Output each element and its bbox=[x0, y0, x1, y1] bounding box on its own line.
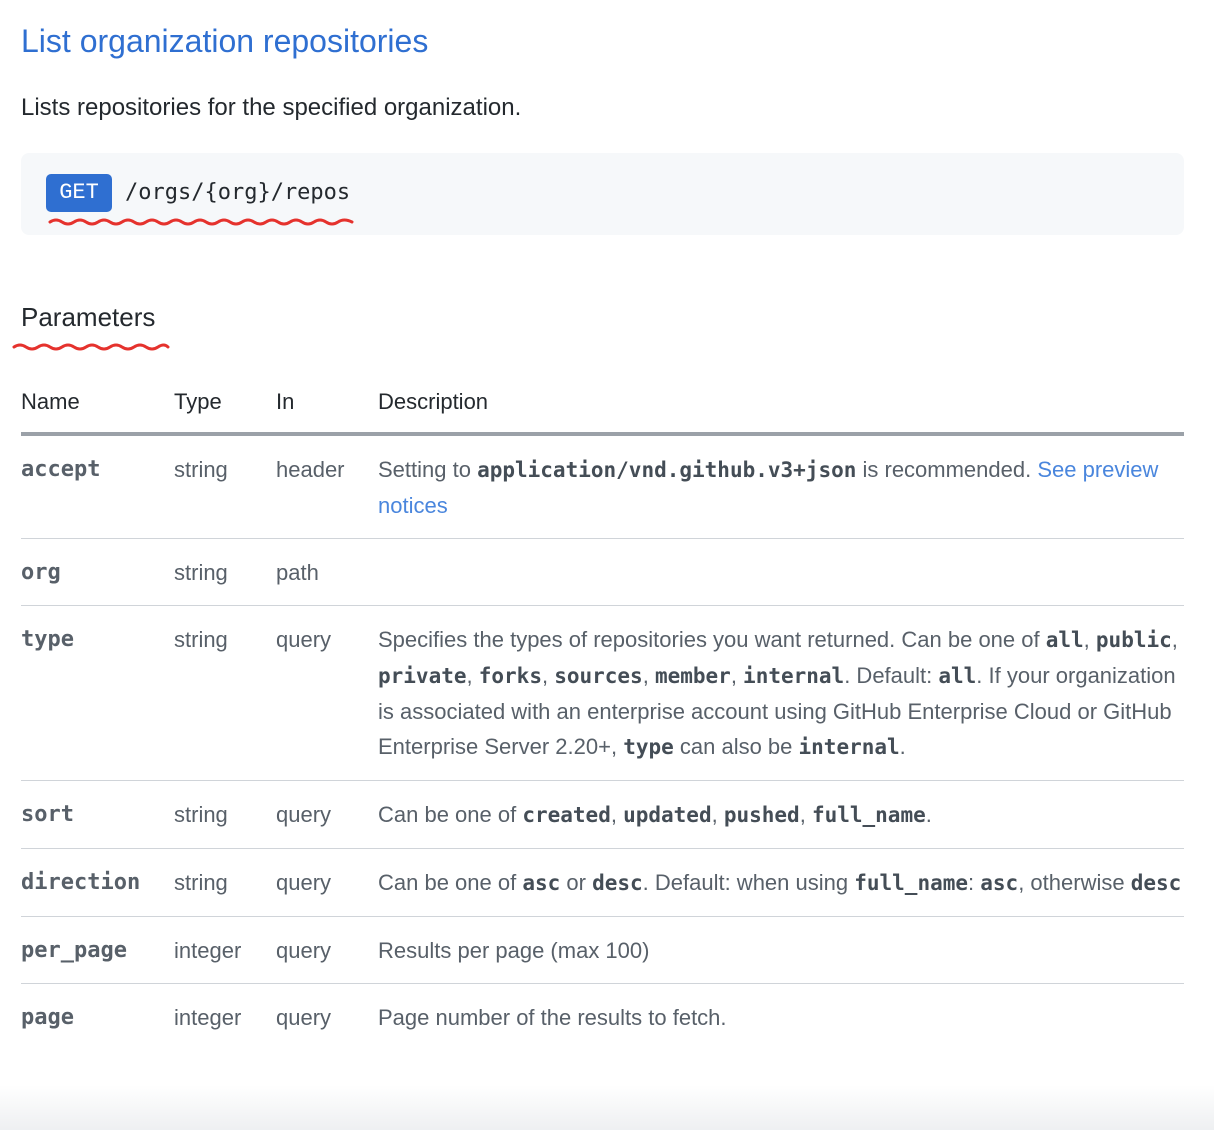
parameter-row: accept string header Setting to application… bbox=[21, 434, 1184, 539]
description-text: , bbox=[541, 663, 555, 688]
parameter-row: per_page integer query Results per page (ma… bbox=[21, 916, 1184, 984]
description-text: , bbox=[610, 802, 624, 827]
column-header-type: Type bbox=[174, 372, 276, 436]
endpoint-path: /orgs/{org}/repos bbox=[125, 180, 351, 205]
parameters-table-body: accept string header Setting to application… bbox=[21, 434, 1184, 1050]
page-summary: Lists repositories for the specified org… bbox=[21, 94, 522, 121]
parameters-heading: Parameters bbox=[21, 302, 156, 332]
description-text: , bbox=[642, 663, 655, 688]
parameter-type: integer bbox=[174, 916, 276, 984]
parameter-name: sort bbox=[21, 780, 174, 849]
description-text: Can be one of bbox=[378, 802, 523, 827]
description-text: , bbox=[1083, 627, 1096, 652]
description-text: . bbox=[925, 802, 932, 827]
parameter-name: accept bbox=[21, 434, 174, 539]
parameter-location: header bbox=[276, 434, 378, 539]
parameter-location: query bbox=[276, 780, 378, 849]
parameter-description: Specifies the types of repositories you … bbox=[378, 605, 1184, 781]
parameter-row: org string path bbox=[21, 538, 1184, 606]
parameter-row: sort string query Can be one of created, up… bbox=[21, 780, 1184, 849]
column-header-description: Description bbox=[378, 372, 1184, 436]
inline-code: forks bbox=[478, 664, 542, 688]
parameter-type: string bbox=[174, 605, 276, 781]
parameter-row: direction string query Can be one of asc or… bbox=[21, 848, 1184, 917]
parameter-location: query bbox=[276, 605, 378, 781]
inline-code: all bbox=[938, 664, 977, 688]
inline-code: full_name bbox=[854, 871, 969, 895]
parameter-description: Can be one of created, updated, pushed, … bbox=[378, 780, 1184, 849]
description-text: , bbox=[711, 802, 724, 827]
description-text: . Default: bbox=[844, 663, 939, 688]
http-method-badge: GET bbox=[46, 174, 112, 212]
parameter-description: Can be one of asc or desc. Default: when… bbox=[378, 848, 1184, 917]
parameter-name: page bbox=[21, 1005, 74, 1030]
inline-code: desc bbox=[592, 871, 643, 895]
parameter-description: Page number of the results to fetch. bbox=[378, 984, 1184, 1051]
parameter-description: Results per page (max 100) bbox=[378, 916, 1184, 984]
parameter-description bbox=[378, 538, 1184, 606]
parameter-name: direction bbox=[21, 848, 174, 917]
parameter-description: Setting to application/vnd.github.v3+jso… bbox=[378, 434, 1184, 539]
inline-code: type bbox=[623, 735, 674, 759]
description-text: . Default: when using bbox=[642, 870, 855, 895]
inline-code: full_name bbox=[811, 803, 926, 827]
parameter-type: string bbox=[174, 538, 276, 606]
parameter-name: org bbox=[21, 538, 174, 606]
parameter-row: type string query Specifies the types of re… bbox=[21, 605, 1184, 781]
inline-code: private bbox=[378, 664, 467, 688]
inline-code: created bbox=[522, 803, 611, 827]
parameters-annotation-underline bbox=[12, 343, 170, 351]
inline-code: internal bbox=[743, 664, 845, 688]
description-text: . bbox=[899, 734, 906, 759]
parameter-location: query bbox=[276, 848, 378, 917]
inline-code: member bbox=[654, 664, 731, 688]
inline-code: internal bbox=[798, 735, 900, 759]
description-text: , bbox=[730, 663, 744, 688]
inline-code: public bbox=[1095, 628, 1172, 652]
description-text: Can be one of bbox=[378, 870, 523, 895]
bottom-scroll-fade bbox=[0, 1085, 1214, 1130]
column-header-name: Name bbox=[21, 372, 174, 436]
description-text: Specifies the types of repositories you … bbox=[378, 627, 1046, 652]
parameter-name: per_page bbox=[21, 916, 174, 984]
parameter-type: integer bbox=[174, 1005, 242, 1030]
parameter-type: string bbox=[174, 848, 276, 917]
inline-code: asc bbox=[522, 871, 561, 895]
description-text: , otherwise bbox=[1018, 870, 1131, 895]
description-text: : bbox=[968, 870, 981, 895]
inline-code: all bbox=[1045, 628, 1084, 652]
description-text: Setting to bbox=[378, 457, 478, 482]
description-text: , bbox=[1171, 627, 1178, 652]
parameter-type: string bbox=[174, 434, 276, 539]
parameters-table: Name Type In Description accept string hea… bbox=[21, 372, 1184, 1050]
inline-code: updated bbox=[623, 803, 712, 827]
description-text: Page number of the results to fetch. bbox=[378, 1005, 727, 1030]
inline-code: sources bbox=[554, 664, 643, 688]
inline-code: asc bbox=[980, 871, 1019, 895]
parameter-location: query bbox=[276, 916, 378, 984]
description-text: Results per page (max 100) bbox=[378, 938, 650, 963]
description-text: can also be bbox=[673, 734, 799, 759]
description-text: or bbox=[560, 870, 593, 895]
parameter-location: query bbox=[276, 1005, 332, 1030]
parameter-location: path bbox=[276, 538, 378, 606]
parameter-type: string bbox=[174, 780, 276, 849]
parameter-row: page integer query Page number of the resul… bbox=[21, 984, 1184, 1051]
endpoint-annotation-underline bbox=[48, 218, 354, 226]
parameter-name: type bbox=[21, 605, 174, 781]
description-text: , bbox=[799, 802, 812, 827]
inline-code: application/vnd.github.v3+json bbox=[477, 458, 857, 482]
inline-code: desc bbox=[1130, 871, 1182, 895]
page-title: List organization repositories bbox=[21, 23, 429, 59]
parameters-header-row: Name Type In Description bbox=[21, 372, 1184, 436]
column-header-in: In bbox=[276, 372, 378, 436]
inline-code: pushed bbox=[723, 803, 800, 827]
description-text: , bbox=[466, 663, 479, 688]
description-text: is recommended. bbox=[856, 457, 1038, 482]
